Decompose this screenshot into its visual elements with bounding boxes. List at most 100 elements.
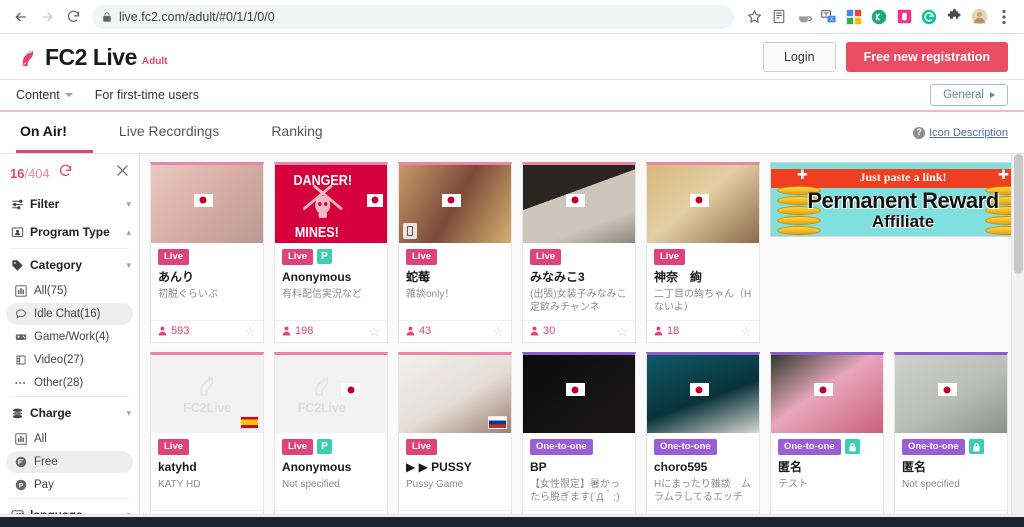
grammarly-icon[interactable] bbox=[917, 5, 941, 29]
sidebar-section-filter[interactable]: Filter ▾ bbox=[0, 190, 139, 218]
stream-thumbnail[interactable] bbox=[523, 165, 635, 243]
sidebar-counter-row: 16/404 bbox=[0, 162, 139, 190]
stream-title[interactable]: 蛇莓 bbox=[406, 270, 504, 285]
reading-list-icon[interactable] bbox=[767, 5, 791, 29]
refresh-icon[interactable] bbox=[58, 163, 73, 183]
sidebar-item-category-video[interactable]: Video(27) bbox=[6, 349, 133, 371]
sidebar-item-category-game-work[interactable]: Game/Work(4) bbox=[6, 326, 133, 348]
stream-card[interactable]: One-to-one choro595 Hにまったり雑談 ムラムラしてるエッチな… bbox=[646, 351, 760, 518]
vertical-scrollbar-thumb[interactable] bbox=[1014, 154, 1023, 274]
stream-title[interactable]: choro595 bbox=[654, 460, 752, 475]
nav-item-first-time-users[interactable]: For first-time users bbox=[95, 88, 199, 102]
stream-badges: One-to-one bbox=[530, 438, 628, 455]
stream-card[interactable]: One-to-one BP 【女性限定】暑かったら脱ぎます(´Д｀;) ☆ bbox=[522, 351, 636, 518]
stream-thumbnail[interactable] bbox=[895, 354, 1007, 433]
sidebar-item-category-other[interactable]: Other(28) bbox=[6, 372, 133, 394]
vertical-scrollbar[interactable] bbox=[1011, 154, 1024, 518]
address-bar[interactable]: live.fc2.com/adult/#0/1/1/0/0 bbox=[92, 4, 734, 29]
sidebar-item-charge-pay[interactable]: P Pay bbox=[6, 474, 133, 496]
stream-card[interactable]: Live 蛇莓 雑談only！ 43 ☆ bbox=[398, 162, 512, 343]
back-arrow-icon[interactable] bbox=[8, 4, 34, 30]
sidebar-section-category[interactable]: Category ▾ bbox=[0, 251, 139, 279]
general-mode-label: General bbox=[943, 89, 984, 101]
stream-badges: One-to-one bbox=[654, 438, 752, 455]
star-outline-icon[interactable]: ☆ bbox=[616, 325, 628, 338]
stream-thumbnail[interactable]: FC2Live bbox=[275, 354, 387, 433]
stream-title[interactable]: 神奈 絢 bbox=[654, 270, 752, 285]
general-mode-button[interactable]: General bbox=[930, 84, 1008, 106]
pink-square-icon[interactable] bbox=[892, 5, 916, 29]
stream-thumbnail[interactable]: DANGER! MINES! bbox=[275, 165, 387, 243]
status-badge: One-to-one bbox=[902, 438, 965, 455]
stream-thumbnail[interactable] bbox=[151, 165, 263, 243]
star-bookmark-icon[interactable] bbox=[742, 5, 766, 29]
stream-thumbnail[interactable] bbox=[523, 354, 635, 433]
stream-title[interactable]: 匿名 bbox=[902, 460, 1000, 475]
stream-title[interactable]: みなみこ3 bbox=[530, 270, 628, 285]
affiliate-banner[interactable]: ✚ ✚ Just paste a link! Permanent Reward … bbox=[770, 162, 1024, 237]
stream-card[interactable]: DANGER! MINES! Live P Anonymous 有料配信実況など… bbox=[274, 162, 388, 343]
translate-icon[interactable]: X bbox=[817, 5, 841, 29]
star-outline-icon[interactable]: ☆ bbox=[740, 325, 752, 338]
tab-live-recordings[interactable]: Live Recordings bbox=[93, 112, 245, 153]
stream-counter-current: 16 bbox=[10, 165, 25, 181]
stream-thumbnail[interactable] bbox=[771, 354, 883, 433]
login-button[interactable]: Login bbox=[762, 41, 836, 72]
stream-thumbnail[interactable] bbox=[647, 354, 759, 433]
chrome-menu-icon[interactable] bbox=[992, 5, 1016, 29]
stream-title[interactable]: 匿名 bbox=[778, 460, 876, 475]
register-button[interactable]: Free new registration bbox=[845, 41, 1008, 72]
close-icon[interactable] bbox=[114, 162, 131, 184]
sidebar-section-charge[interactable]: Charge ▾ bbox=[0, 399, 139, 427]
sidebar-item-category-video-label: Video(27) bbox=[34, 354, 84, 366]
stream-card[interactable]: One-to-one 匿名 Not specified ☆ bbox=[894, 351, 1008, 518]
site-logo[interactable]: FC2 Live Adult bbox=[16, 45, 167, 69]
sidebar-item-category-all[interactable]: All(75) bbox=[6, 280, 133, 302]
stream-badges: Live bbox=[158, 438, 256, 455]
pay-circle-icon: P bbox=[14, 478, 28, 492]
tab-on-air[interactable]: On Air! bbox=[16, 112, 93, 153]
sidebar-item-category-idle-chat[interactable]: Idle Chat(16) bbox=[6, 303, 133, 325]
pay-badge: P bbox=[317, 439, 333, 455]
star-outline-icon[interactable]: ☆ bbox=[368, 325, 380, 338]
stream-title[interactable]: ▶ ▶ PUSSY bbox=[406, 460, 504, 475]
star-outline-icon[interactable]: ☆ bbox=[244, 325, 256, 338]
profile-avatar-icon[interactable] bbox=[967, 5, 991, 29]
stream-card[interactable]: Live ▶ ▶ PUSSY Pussy Game ☆ bbox=[398, 351, 512, 518]
stream-card[interactable]: Live あんり 初脱ぐらいぶ 593 ☆ bbox=[150, 162, 264, 343]
banner-line-1: Just paste a link! bbox=[859, 170, 947, 184]
stream-card[interactable]: One-to-one 匿名 テスト ☆ bbox=[770, 351, 884, 518]
svg-text:DANGER!: DANGER! bbox=[293, 171, 352, 188]
stream-card-body: Live katyhd KATY HD bbox=[151, 433, 263, 510]
stream-title[interactable]: あんり bbox=[158, 270, 256, 285]
stream-card[interactable]: Live 神奈 絢 二丁目の絢ちゃん（Hないよ） 18 ☆ bbox=[646, 162, 760, 343]
google-icon[interactable] bbox=[842, 5, 866, 29]
stream-title[interactable]: Anonymous bbox=[282, 270, 380, 285]
icon-description-link[interactable]: ? Icon Description bbox=[913, 112, 1008, 153]
reload-icon[interactable] bbox=[60, 4, 86, 30]
tab-ranking[interactable]: Ranking bbox=[245, 112, 348, 153]
stream-title[interactable]: Anonymous bbox=[282, 460, 380, 475]
puzzle-extension-icon[interactable] bbox=[942, 5, 966, 29]
stream-thumbnail[interactable]: FC2Live bbox=[151, 354, 263, 433]
sidebar-item-charge-free[interactable]: Free bbox=[6, 451, 133, 473]
sidebar-section-program-type[interactable]: Program Type ▴ bbox=[0, 218, 139, 246]
sidebar-section-filter-label: Filter bbox=[30, 197, 60, 211]
stream-thumbnail[interactable] bbox=[399, 165, 511, 243]
coffee-icon[interactable] bbox=[792, 5, 816, 29]
site-header: FC2 Live Adult Login Free new registrati… bbox=[0, 34, 1024, 80]
stream-card[interactable]: FC2Live Live katyhd KATY HD ☆ bbox=[150, 351, 264, 518]
nav-item-content[interactable]: Content bbox=[16, 88, 73, 102]
stream-card[interactable]: Live みなみこ3 (出張)女装子みなみこ定飲みチャンネル 〜 30 ☆ bbox=[522, 162, 636, 343]
placeholder-label: FC2Live bbox=[297, 400, 346, 416]
star-outline-icon[interactable]: ☆ bbox=[492, 325, 504, 338]
kaspersky-icon[interactable] bbox=[867, 5, 891, 29]
stream-title[interactable]: BP bbox=[530, 460, 628, 475]
stream-thumbnail[interactable] bbox=[647, 165, 759, 243]
sidebar-item-charge-all[interactable]: All bbox=[6, 428, 133, 450]
viewer-count: 30 bbox=[530, 325, 555, 337]
stream-title[interactable]: katyhd bbox=[158, 460, 256, 475]
stream-card[interactable]: FC2Live Live P Anonymous Not specified ☆ bbox=[274, 351, 388, 518]
viewer-count-value: 30 bbox=[543, 325, 556, 338]
stream-thumbnail[interactable] bbox=[399, 354, 511, 433]
